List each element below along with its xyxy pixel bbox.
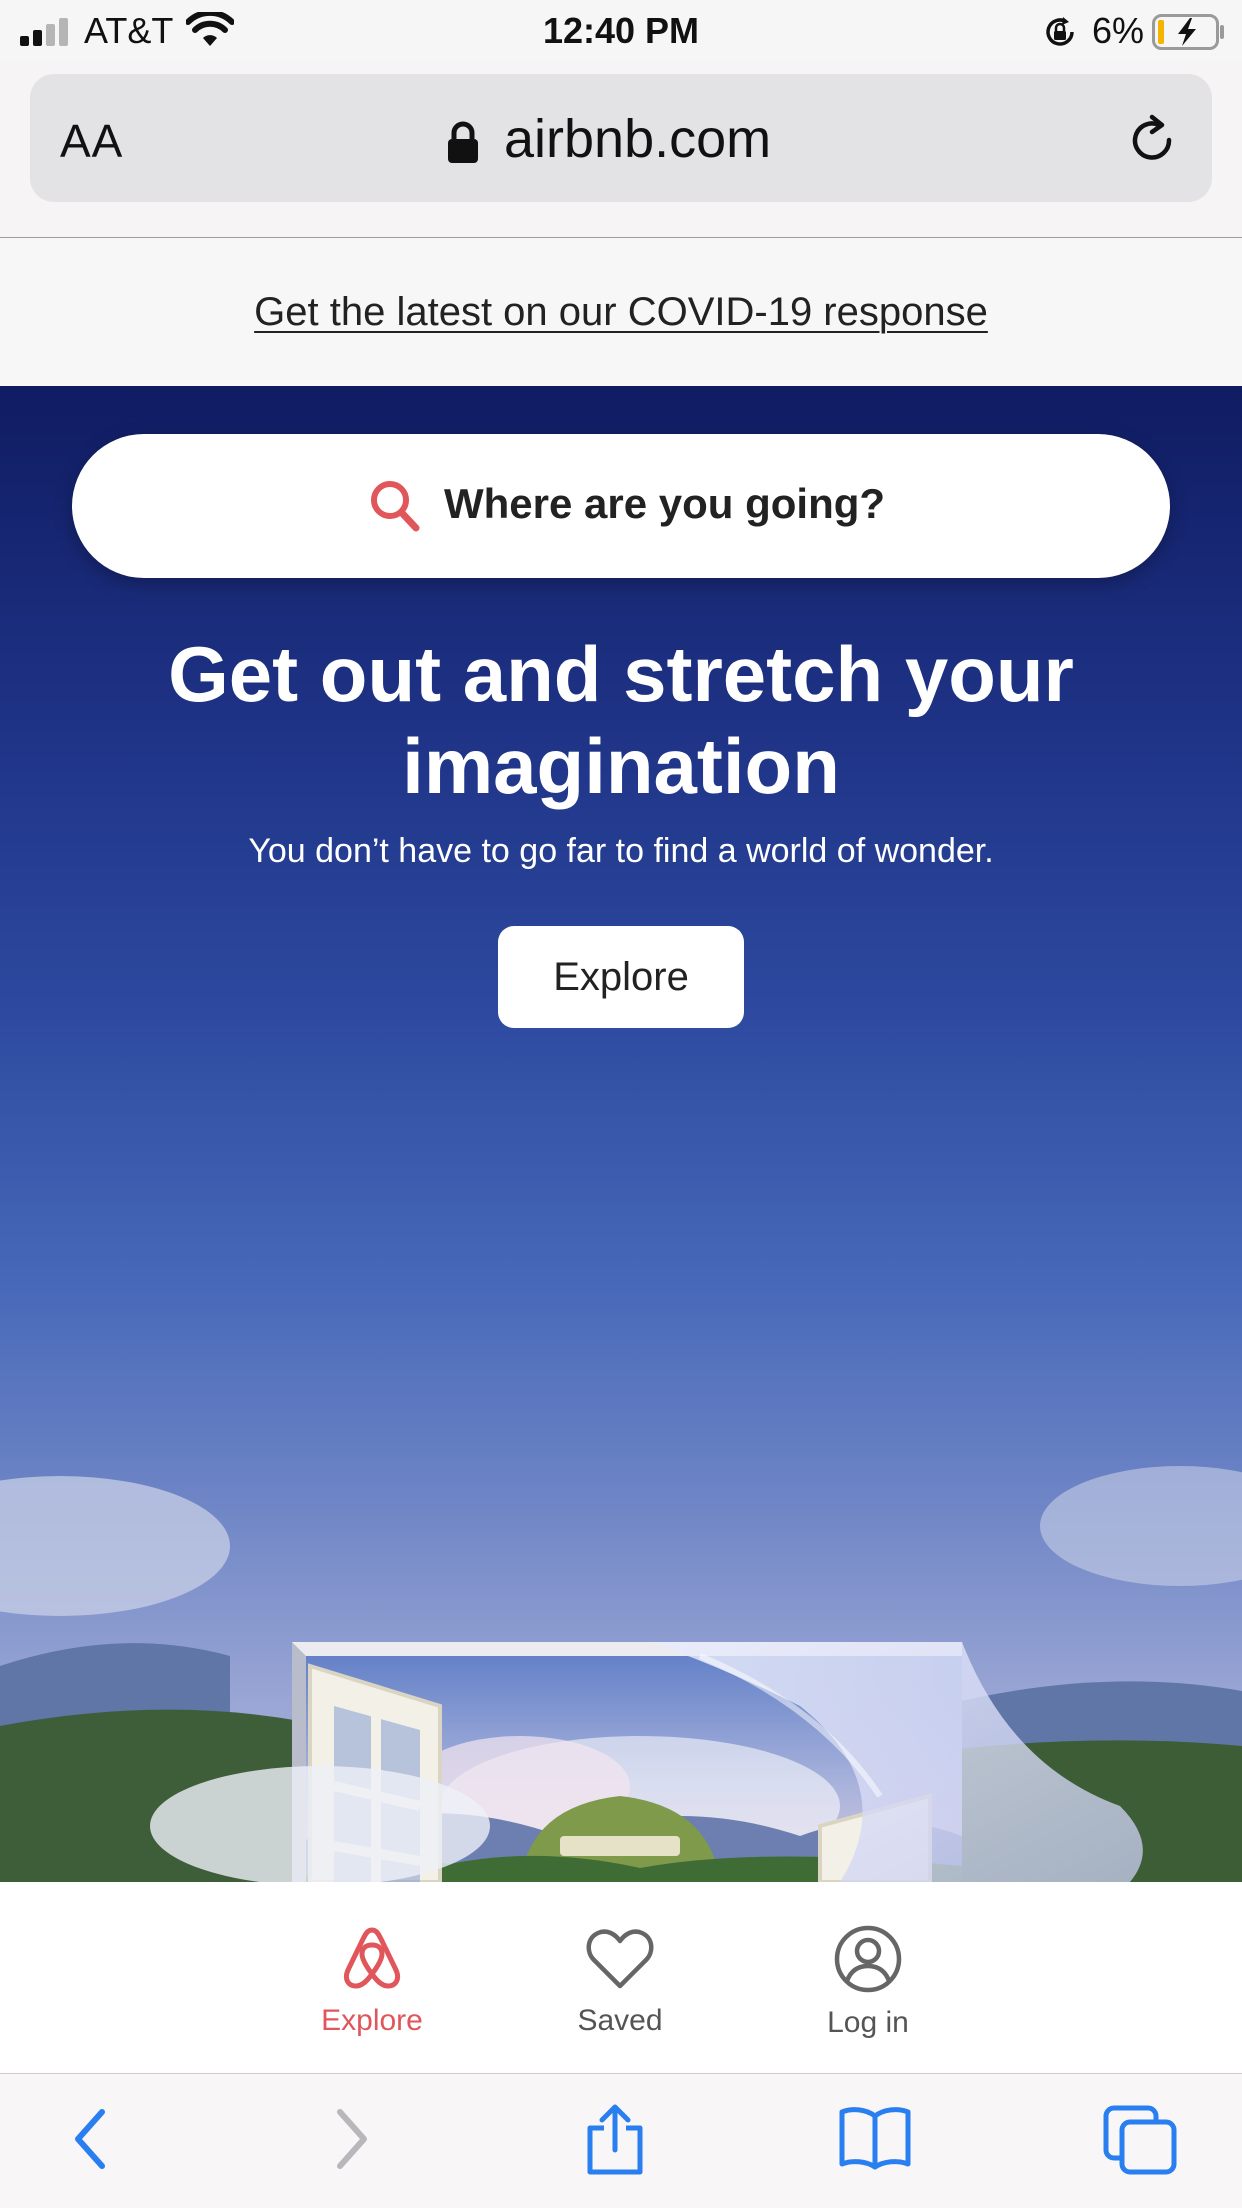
battery-charging-icon	[1152, 14, 1224, 50]
nav-item-explore[interactable]: Explore	[282, 1924, 462, 2038]
nav-item-login[interactable]: Log in	[778, 1924, 958, 2040]
search-icon	[371, 481, 420, 532]
forward-icon[interactable]	[330, 2104, 374, 2174]
bookmarks-icon[interactable]	[838, 2104, 912, 2170]
nav-label-saved: Saved	[577, 2004, 663, 2037]
hero-illustration	[0, 1466, 1242, 1882]
nav-label-explore: Explore	[321, 2004, 423, 2037]
address-bar[interactable]: AA airbnb.com	[30, 74, 1212, 202]
hero-subtitle: You don’t have to go far to find a world…	[248, 832, 994, 870]
hero-section: Where are you going? Get out and stretch…	[0, 386, 1242, 1882]
nav-item-saved[interactable]: Saved	[530, 1924, 710, 2038]
airbnb-logo-icon	[343, 1927, 401, 1989]
back-icon[interactable]	[68, 2104, 112, 2174]
hero-title: Get out and stretch your imagination	[168, 630, 1074, 810]
lock-icon	[448, 121, 478, 163]
site-bottom-nav: Explore Saved Log in	[0, 1882, 1242, 2074]
search-bar[interactable]: Where are you going?	[72, 434, 1170, 578]
url-domain[interactable]: airbnb.com	[504, 108, 771, 170]
covid-response-link[interactable]: Get the latest on our COVID-19 response	[254, 290, 988, 335]
share-icon[interactable]	[584, 2104, 646, 2176]
nav-label-login: Log in	[827, 2006, 909, 2039]
text-size-button[interactable]: AA	[60, 114, 123, 168]
heart-icon	[586, 1929, 654, 1989]
reload-icon[interactable]	[1128, 114, 1178, 166]
rotation-lock-icon	[1046, 17, 1074, 46]
covid-banner: Get the latest on our COVID-19 response	[0, 238, 1242, 386]
search-placeholder: Where are you going?	[444, 480, 886, 527]
explore-button[interactable]: Explore	[498, 926, 744, 1028]
battery-percent: 6%	[1092, 10, 1145, 51]
tabs-icon[interactable]	[1102, 2104, 1178, 2176]
user-circle-icon	[834, 1925, 902, 1993]
safari-address-area: AA airbnb.com	[0, 62, 1242, 238]
status-bar: AT&T 12:40 PM 6%	[0, 0, 1242, 62]
safari-toolbar	[0, 2074, 1242, 2208]
